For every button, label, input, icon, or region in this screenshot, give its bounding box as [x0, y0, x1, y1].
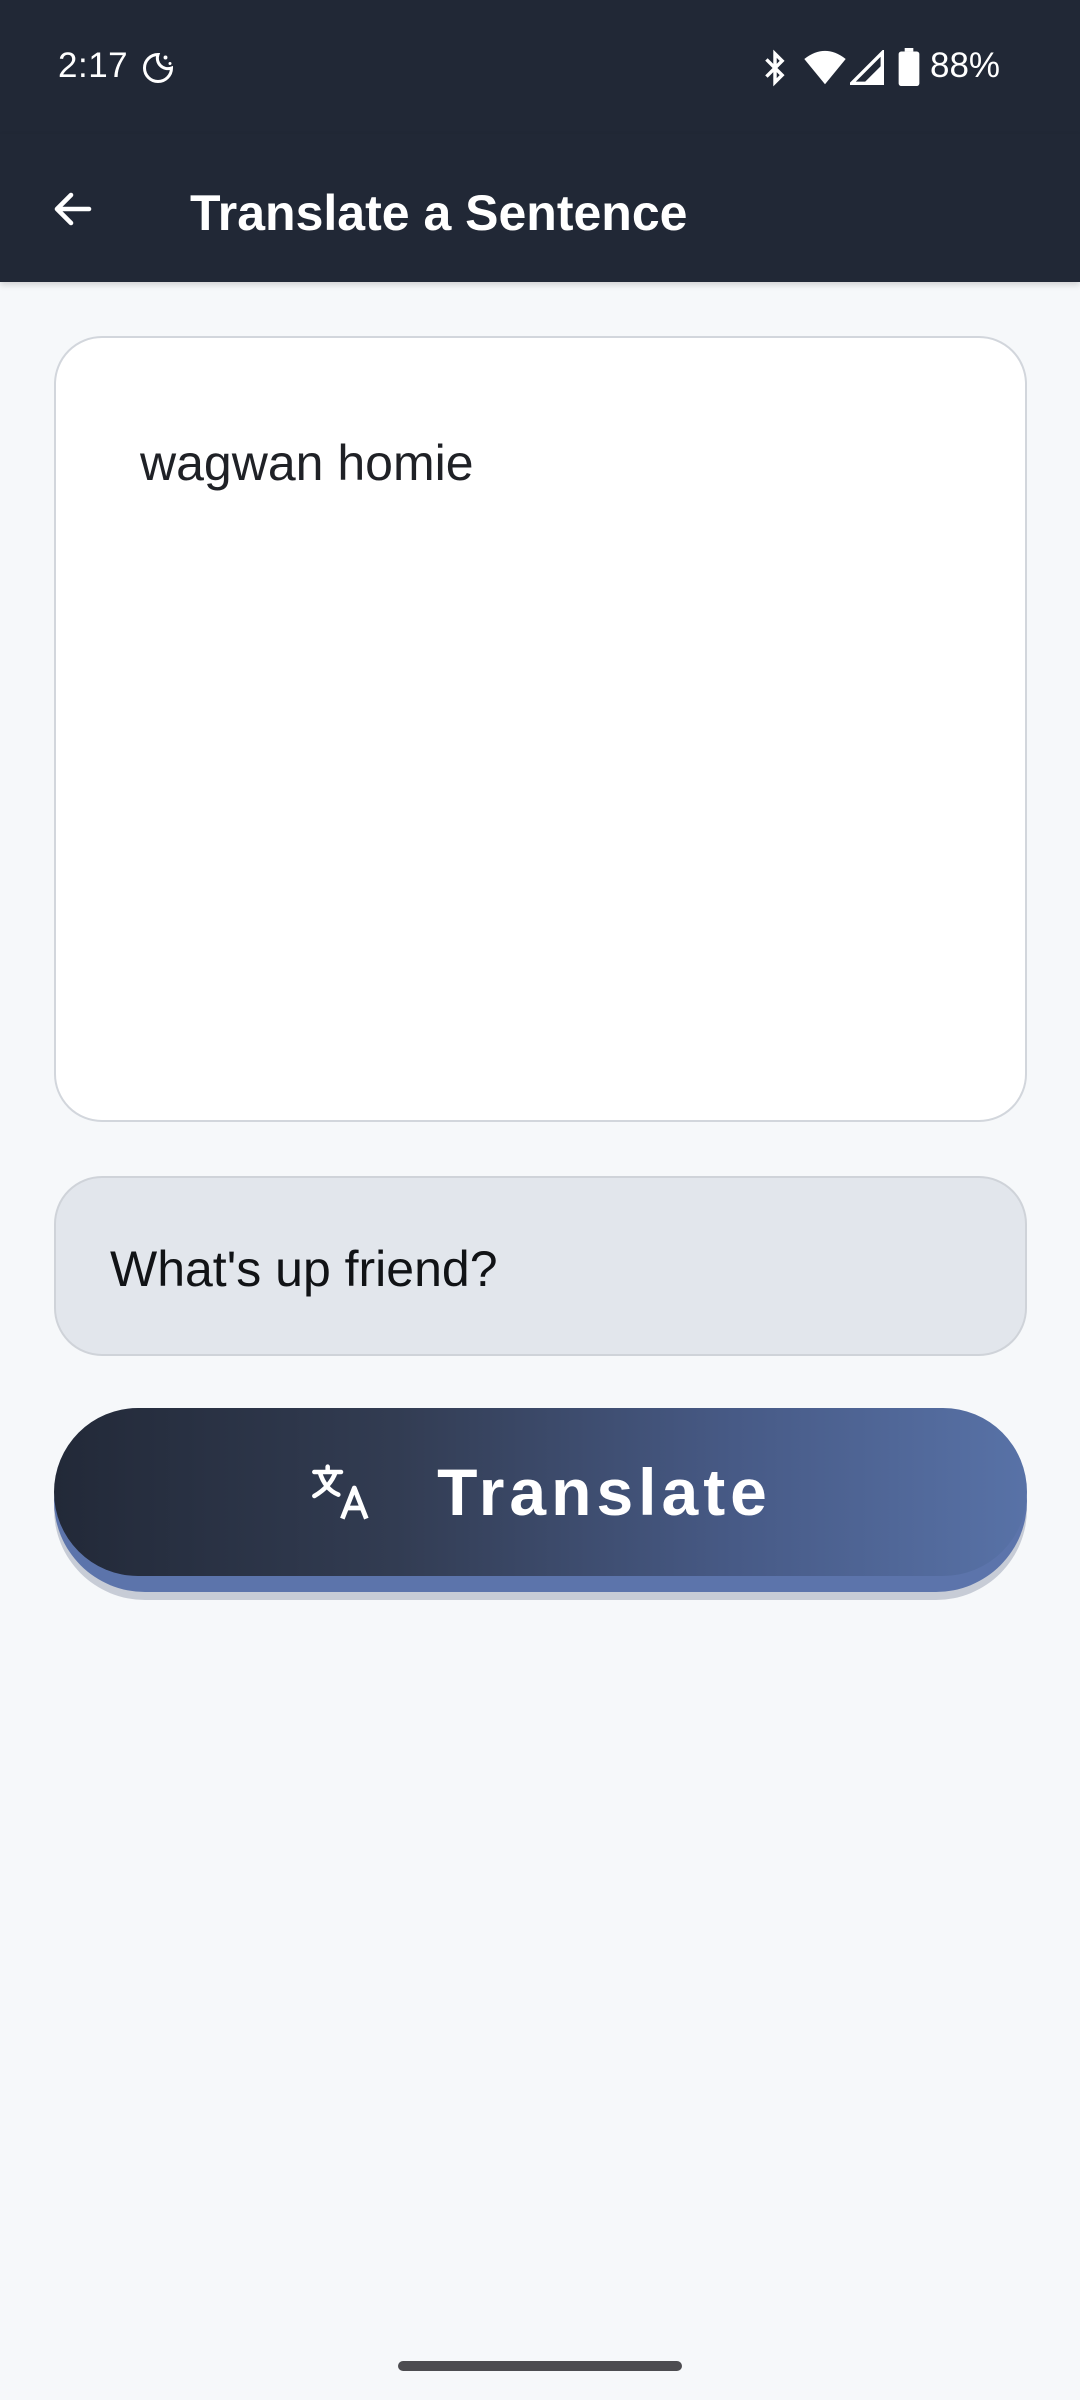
bluetooth-icon [765, 49, 785, 87]
wifi-icon [804, 50, 846, 85]
arrow-left-icon [54, 192, 92, 226]
page-title: Translate a Sentence [190, 185, 688, 241]
source-text-input[interactable]: wagwan homie [54, 336, 1027, 1122]
translate-button-label: Translate [437, 1455, 772, 1529]
status-bar: 2:17 88% [0, 0, 1080, 134]
battery-icon [898, 48, 920, 86]
back-button[interactable] [28, 172, 118, 246]
source-text-value: wagwan homie [140, 435, 474, 491]
translate-icon [312, 1464, 369, 1520]
translation-output: What's up friend? [54, 1176, 1027, 1356]
signal-icon [850, 50, 884, 85]
gesture-nav-handle[interactable] [398, 2361, 682, 2371]
battery-percentage: 88% [930, 46, 1001, 85]
app-bar: Translate a Sentence [0, 134, 1080, 282]
translation-output-text: What's up friend? [110, 1241, 498, 1297]
translate-button[interactable]: Translate [54, 1408, 1027, 1576]
moon-icon [143, 52, 174, 83]
status-time: 2:17 [58, 46, 129, 85]
